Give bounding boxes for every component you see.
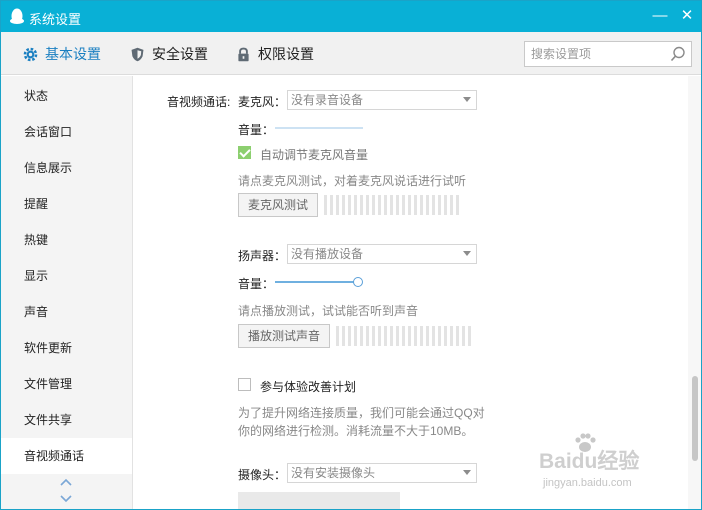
sidebar-item-reminders[interactable]: 提醒	[1, 186, 132, 222]
search-box	[524, 41, 692, 67]
sidebar-item-av-call[interactable]: 音视频通话	[1, 438, 132, 474]
baidu-jingyan-watermark: Baidu经验 jingyan.baidu.com	[537, 431, 697, 501]
tab-security-settings[interactable]: 安全设置	[129, 44, 208, 64]
sidebar-item-label: 状态	[24, 89, 49, 103]
search-input[interactable]	[525, 42, 663, 66]
tab-permission-settings[interactable]: 权限设置	[235, 44, 314, 64]
chevron-down-icon	[463, 97, 471, 102]
camera-label: 摄像头：	[238, 468, 287, 482]
settings-tab-bar: 基本设置 安全设置 权限设置	[1, 32, 701, 75]
speaker-volume-knob[interactable]	[353, 277, 363, 287]
section-label: 音视频通话:	[167, 95, 231, 109]
chevron-up-icon[interactable]	[58, 477, 74, 487]
sidebar-item-label: 信息展示	[24, 161, 73, 175]
tab-label: 基本设置	[45, 46, 101, 62]
watermark-brand-text: Baidu经验	[539, 450, 640, 473]
sidebar-item-label: 文件管理	[24, 377, 73, 391]
settings-window: 系统设置 — ✕ 基本设置 安全设置 权限设置 搜索设置项 状态 会话窗口 信息…	[0, 0, 702, 510]
tab-label: 权限设置	[258, 46, 314, 62]
experience-program-label: 参与体验改善计划	[260, 380, 357, 394]
chevron-down-icon[interactable]	[58, 494, 74, 504]
speaker-test-button[interactable]: 播放测试声音	[238, 324, 330, 348]
microphone-test-button[interactable]: 麦克风测试	[238, 193, 318, 217]
microphone-volume-label: 音量：	[238, 123, 275, 137]
minimize-button[interactable]: —	[649, 5, 671, 27]
sidebar-item-file-management[interactable]: 文件管理	[1, 366, 132, 402]
tab-label: 安全设置	[152, 46, 208, 62]
speaker-volume-slider[interactable]	[275, 277, 363, 287]
microphone-level-meter	[324, 195, 462, 215]
settings-sidebar: 状态 会话窗口 信息展示 提醒 热键 显示 声音 软件更新 文件管理 文件共享 …	[1, 76, 133, 509]
lock-icon	[238, 47, 249, 61]
speaker-label: 扬声器：	[238, 249, 287, 263]
microphone-select[interactable]: 没有录音设备	[287, 90, 477, 110]
speaker-volume-label: 音量：	[238, 277, 275, 291]
window-title: 系统设置	[29, 12, 82, 27]
chevron-down-icon	[463, 251, 471, 256]
speaker-test-hint: 请点播放测试，试试能否听到声音	[238, 304, 419, 318]
speaker-select[interactable]: 没有播放设备	[287, 244, 477, 264]
camera-select[interactable]: 没有安装摄像头	[287, 463, 477, 483]
sidebar-item-chat-window[interactable]: 会话窗口	[1, 114, 132, 150]
microphone-label: 麦克风：	[238, 95, 287, 109]
experience-program-checkbox[interactable]	[238, 378, 251, 391]
camera-preview	[238, 492, 400, 509]
sidebar-item-display[interactable]: 显示	[1, 258, 132, 294]
sidebar-item-label: 提醒	[24, 197, 49, 211]
sidebar-item-label: 文件共享	[24, 413, 73, 427]
sidebar-item-software-update[interactable]: 软件更新	[1, 330, 132, 366]
experience-desc-line-2: 你的网络进行检测。消耗流量不大于10MB。	[238, 424, 474, 438]
tab-basic-settings[interactable]: 基本设置	[22, 44, 101, 64]
speaker-selected-value: 没有播放设备	[291, 247, 364, 261]
search-icon[interactable]	[669, 45, 687, 63]
sidebar-item-label: 音视频通话	[24, 449, 85, 463]
sidebar-item-label: 声音	[24, 305, 49, 319]
microphone-volume-slider[interactable]	[275, 127, 363, 129]
auto-adjust-label: 自动调节麦克风音量	[260, 148, 369, 162]
qq-penguin-icon	[10, 8, 24, 24]
close-button[interactable]: ✕	[676, 5, 698, 27]
sidebar-item-label: 显示	[24, 269, 49, 283]
speaker-volume-fill	[275, 281, 359, 283]
microphone-test-hint: 请点麦克风测试，对着麦克风说话进行试听	[238, 174, 467, 188]
sidebar-item-file-sharing[interactable]: 文件共享	[1, 402, 132, 438]
speaker-level-meter	[336, 326, 474, 346]
sidebar-item-sound[interactable]: 声音	[1, 294, 132, 330]
gear-icon	[23, 47, 38, 61]
sidebar-item-hotkeys[interactable]: 热键	[1, 222, 132, 258]
title-bar: 系统设置 — ✕	[1, 1, 701, 32]
sidebar-item-status[interactable]: 状态	[1, 78, 132, 114]
sidebar-item-info-display[interactable]: 信息展示	[1, 150, 132, 186]
shield-icon	[131, 47, 144, 61]
sidebar-item-label: 软件更新	[24, 341, 73, 355]
experience-desc-line-1: 为了提升网络连接质量，我们可能会通过QQ对	[238, 406, 485, 420]
microphone-selected-value: 没有录音设备	[291, 93, 364, 107]
sidebar-item-label: 热键	[24, 233, 49, 247]
chevron-down-icon	[463, 470, 471, 475]
camera-selected-value: 没有安装摄像头	[291, 466, 376, 480]
watermark-url-text: jingyan.baidu.com	[543, 477, 632, 489]
auto-adjust-checkbox[interactable]	[238, 146, 251, 159]
sidebar-item-label: 会话窗口	[24, 125, 73, 139]
